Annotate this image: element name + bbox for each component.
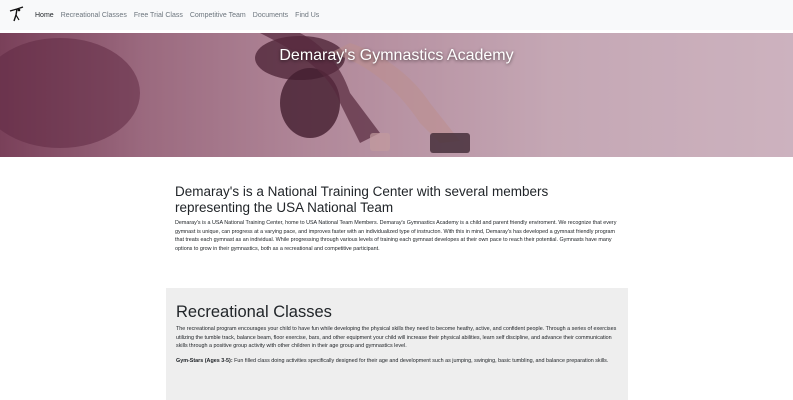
nav-documents-link[interactable]: Documents [253, 12, 288, 19]
nav-links: Home Recreational Classes Free Trial Cla… [35, 0, 319, 30]
nav-find-us-link[interactable]: Find Us [295, 12, 319, 19]
gymstars-label: Gym-Stars (Ages 3-5): [176, 357, 233, 364]
intro-section: Demaray's is a National Training Center … [175, 184, 625, 253]
nav-recreational-classes-link[interactable]: Recreational Classes [61, 12, 127, 19]
intro-heading: Demaray's is a National Training Center … [175, 184, 549, 215]
recreational-paragraph: The recreational program encourages your… [176, 326, 617, 350]
hero-title: Demaray's Gymnastics Academy [279, 47, 514, 64]
recreational-classes-section: Recreational Classes The recreational pr… [166, 288, 628, 400]
intro-paragraph: Demaray's is a USA National Training Cen… [175, 220, 617, 252]
hero-banner: Demaray's Gymnastics Academy [0, 33, 793, 157]
recreational-heading: Recreational Classes [176, 303, 332, 321]
gymstars-text: Fun filled class doing activities specif… [232, 357, 609, 364]
navbar: Home Recreational Classes Free Trial Cla… [0, 0, 793, 30]
nav-competitive-team-link[interactable]: Competitive Team [190, 12, 246, 19]
gymstars-paragraph: Gym-Stars (Ages 3-5): Fun filled class d… [176, 357, 618, 366]
nav-home-link[interactable]: Home [35, 12, 54, 19]
gymnast-logo-icon[interactable] [8, 5, 26, 23]
nav-free-trial-class-link[interactable]: Free Trial Class [134, 12, 183, 19]
